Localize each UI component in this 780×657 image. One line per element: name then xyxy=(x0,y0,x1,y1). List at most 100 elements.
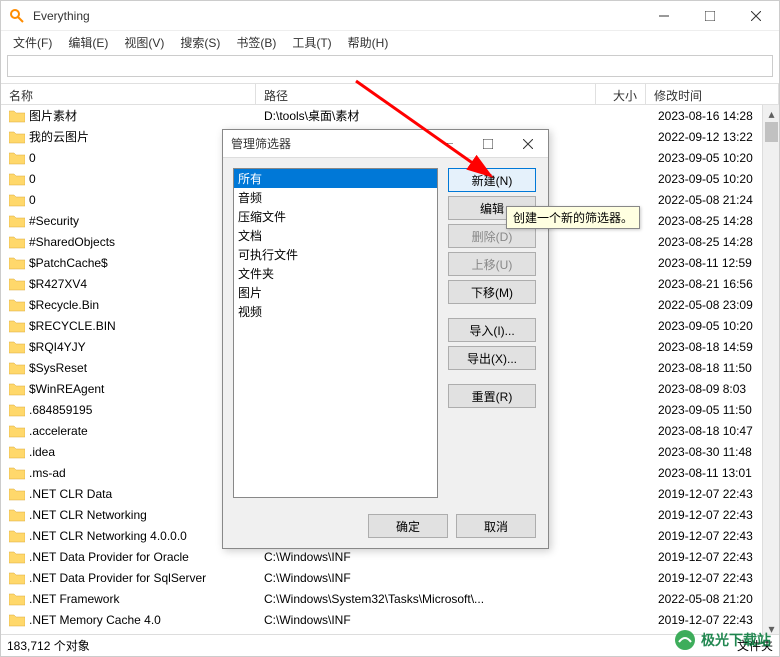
menu-item-3[interactable]: 搜索(S) xyxy=(172,32,228,53)
list-item[interactable]: 文档 xyxy=(234,226,437,245)
status-bar: 183,712 个对象 文件夹 xyxy=(1,634,779,656)
menu-item-1[interactable]: 编辑(E) xyxy=(60,32,116,53)
cell-date: 2023-08-11 13:01 xyxy=(646,466,779,480)
vertical-scrollbar[interactable]: ▴ ▾ xyxy=(762,105,779,637)
list-item[interactable]: 文件夹 xyxy=(234,264,437,283)
menu-item-6[interactable]: 帮助(H) xyxy=(340,32,397,53)
cell-date: 2019-12-07 22:43 xyxy=(646,487,779,501)
dialog-close-button[interactable] xyxy=(508,130,548,158)
minimize-button[interactable] xyxy=(641,1,687,31)
cell-name: $WinREAgent xyxy=(1,382,256,396)
title-bar: Everything xyxy=(1,1,779,31)
cell-date: 2023-08-11 12:59 xyxy=(646,256,779,270)
cell-date: 2023-08-09 8:03 xyxy=(646,382,779,396)
cell-date: 2019-12-07 22:43 xyxy=(646,613,779,627)
list-item[interactable]: 所有 xyxy=(234,169,437,188)
cell-date: 2022-05-08 23:09 xyxy=(646,298,779,312)
menu-item-2[interactable]: 视图(V) xyxy=(116,32,172,53)
ok-button[interactable]: 确定 xyxy=(368,514,448,538)
list-item[interactable]: 可执行文件 xyxy=(234,245,437,264)
cell-path: C:\Windows\INF xyxy=(256,550,596,564)
cell-path: C:\Windows\INF xyxy=(256,571,596,585)
cell-name: 0 xyxy=(1,151,256,165)
cell-name: 图片素材 xyxy=(1,107,256,124)
maximize-button[interactable] xyxy=(687,1,733,31)
export-button[interactable]: 导出(X)... xyxy=(448,346,536,370)
cell-name: .NET Framework xyxy=(1,592,256,606)
cell-name: .NET CLR Networking xyxy=(1,508,256,522)
cell-name: $SysReset xyxy=(1,361,256,375)
list-item[interactable]: 压缩文件 xyxy=(234,207,437,226)
cell-date: 2023-09-05 11:50 xyxy=(646,403,779,417)
cell-name: .NET CLR Data xyxy=(1,487,256,501)
dialog-title: 管理筛选器 xyxy=(223,135,428,152)
dialog-maximize-button[interactable] xyxy=(468,130,508,158)
column-header-size[interactable]: 大小 xyxy=(596,84,646,104)
cell-path: D:\tools\桌面\素材 xyxy=(256,107,596,124)
list-item[interactable]: 视频 xyxy=(234,302,437,321)
column-header-path[interactable]: 路径 xyxy=(256,84,596,104)
cell-path: C:\Windows\System32\Tasks\Microsoft\... xyxy=(256,592,596,606)
cell-name: .ms-ad xyxy=(1,466,256,480)
dialog-minimize-button[interactable] xyxy=(428,130,468,158)
manage-filters-dialog: 管理筛选器 所有音频压缩文件文档可执行文件文件夹图片视频 新建(N) 编辑 删除… xyxy=(222,129,549,549)
cell-name: .accelerate xyxy=(1,424,256,438)
table-row[interactable]: .NET Memory Cache 4.0C:\Windows\INF2019-… xyxy=(1,609,779,630)
status-object-count: 183,712 个对象 xyxy=(7,637,90,654)
scroll-up-icon[interactable]: ▴ xyxy=(763,105,779,122)
reset-button[interactable]: 重置(R) xyxy=(448,384,536,408)
watermark-icon xyxy=(673,628,697,652)
cell-date: 2022-09-12 13:22 xyxy=(646,130,779,144)
menu-item-0[interactable]: 文件(F) xyxy=(5,32,60,53)
cell-name: .idea xyxy=(1,445,256,459)
table-row[interactable]: .NET FrameworkC:\Windows\System32\Tasks\… xyxy=(1,588,779,609)
cell-date: 2022-05-08 21:24 xyxy=(646,193,779,207)
list-item[interactable]: 图片 xyxy=(234,283,437,302)
cell-date: 2023-08-25 14:28 xyxy=(646,235,779,249)
moveup-button[interactable]: 上移(U) xyxy=(448,252,536,276)
cell-date: 2023-09-05 10:20 xyxy=(646,151,779,165)
cell-name: $Recycle.Bin xyxy=(1,298,256,312)
cell-name: $RQI4YJY xyxy=(1,340,256,354)
column-header-date[interactable]: 修改时间 xyxy=(646,84,779,104)
menu-item-5[interactable]: 工具(T) xyxy=(284,32,339,53)
scrollbar-thumb[interactable] xyxy=(765,122,778,142)
cell-name: .NET Data Provider for SqlServer xyxy=(1,571,256,585)
cell-name: 0 xyxy=(1,172,256,186)
cell-name: #Security xyxy=(1,214,256,228)
tooltip: 创建一个新的筛选器。 xyxy=(506,206,640,229)
import-button[interactable]: 导入(I)... xyxy=(448,318,536,342)
table-row[interactable]: .NET Data Provider for OracleC:\Windows\… xyxy=(1,546,779,567)
cancel-button[interactable]: 取消 xyxy=(456,514,536,538)
window-title: Everything xyxy=(33,9,641,23)
column-header-name[interactable]: 名称 xyxy=(1,84,256,104)
close-button[interactable] xyxy=(733,1,779,31)
cell-date: 2023-09-05 10:20 xyxy=(646,319,779,333)
cell-date: 2019-12-07 22:43 xyxy=(646,529,779,543)
movedown-button[interactable]: 下移(M) xyxy=(448,280,536,304)
cell-date: 2019-12-07 22:43 xyxy=(646,508,779,522)
cell-date: 2023-08-16 14:28 xyxy=(646,109,779,123)
cell-name: $PatchCache$ xyxy=(1,256,256,270)
search-input[interactable] xyxy=(7,55,773,77)
menu-item-4[interactable]: 书签(B) xyxy=(228,32,284,53)
new-button[interactable]: 新建(N) xyxy=(448,168,536,192)
table-row[interactable]: .NET Data Provider for SqlServerC:\Windo… xyxy=(1,567,779,588)
dialog-title-bar: 管理筛选器 xyxy=(223,130,548,158)
table-row[interactable]: 图片素材D:\tools\桌面\素材 2023-08-16 14:28 xyxy=(1,105,779,126)
search-bar xyxy=(7,55,773,79)
cell-name: .NET Memory Cache 4.0 xyxy=(1,613,256,627)
cell-date: 2022-05-08 21:20 xyxy=(646,592,779,606)
menu-bar: 文件(F)编辑(E)视图(V)搜索(S)书签(B)工具(T)帮助(H) xyxy=(1,31,779,53)
filter-listbox[interactable]: 所有音频压缩文件文档可执行文件文件夹图片视频 xyxy=(233,168,438,498)
list-item[interactable]: 音频 xyxy=(234,188,437,207)
cell-date: 2019-12-07 22:43 xyxy=(646,550,779,564)
cell-date: 2023-08-18 11:50 xyxy=(646,361,779,375)
cell-name: $RECYCLE.BIN xyxy=(1,319,256,333)
cell-name: .684859195 xyxy=(1,403,256,417)
cell-date: 2023-08-30 11:48 xyxy=(646,445,779,459)
cell-name: 0 xyxy=(1,193,256,207)
watermark-text: 极光下载站 xyxy=(701,630,771,650)
cell-date: 2023-08-18 14:59 xyxy=(646,340,779,354)
cell-date: 2019-12-07 22:43 xyxy=(646,571,779,585)
